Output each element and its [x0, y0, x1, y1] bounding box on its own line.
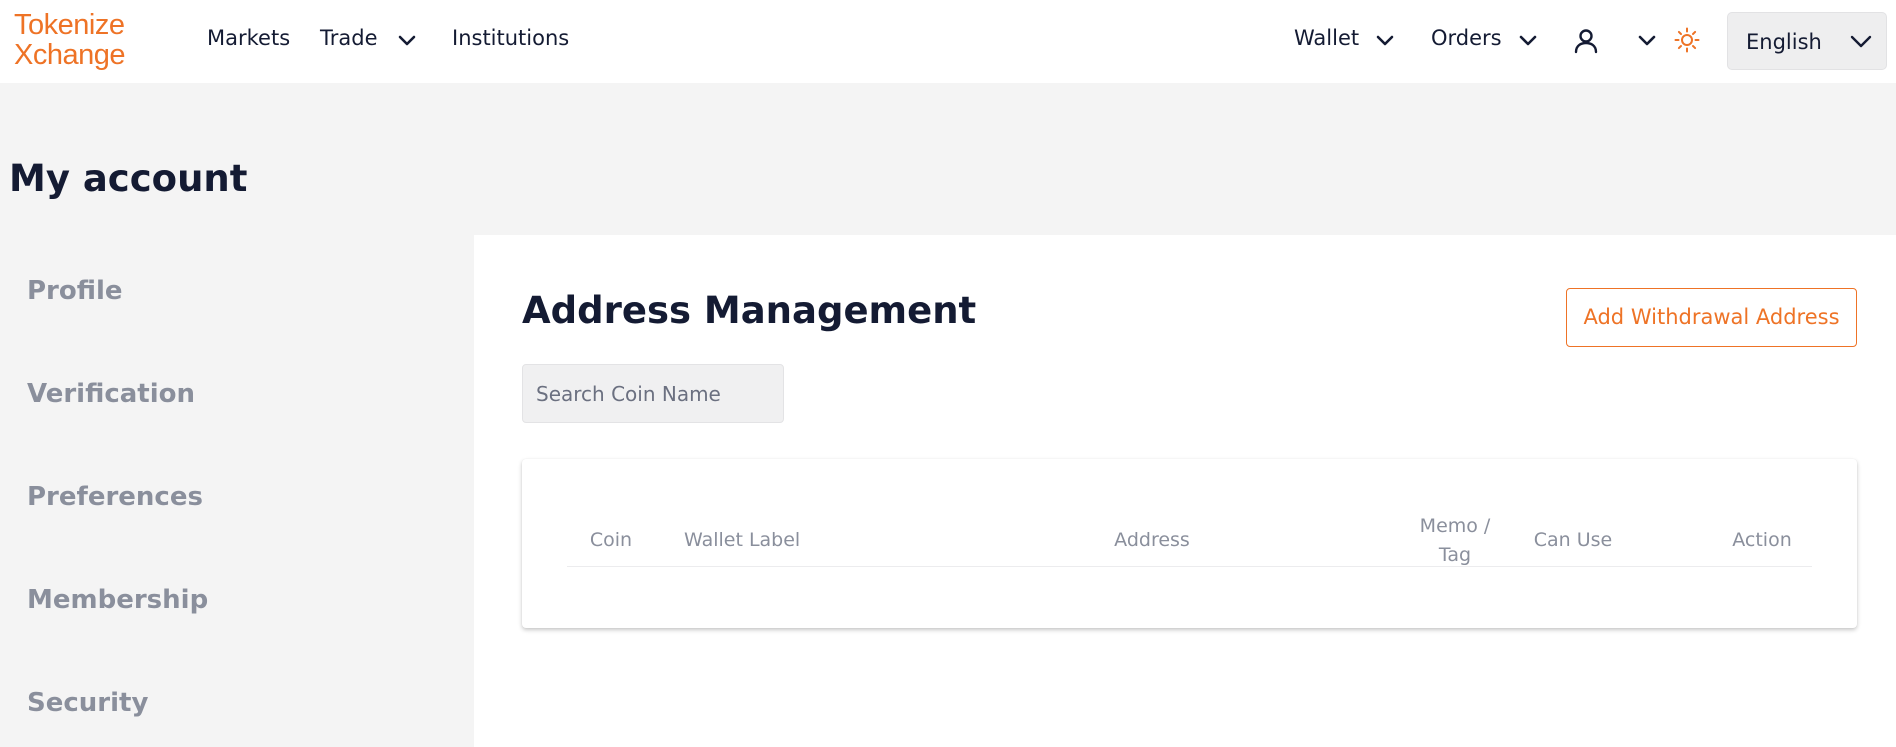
- top-navbar: Tokenize Xchange Markets Trade Instituti…: [0, 0, 1896, 83]
- page-title: My account: [9, 157, 248, 200]
- account-chevron-down-icon[interactable]: [1637, 34, 1657, 48]
- tokenize-xchange-logo[interactable]: Tokenize Xchange: [14, 10, 164, 74]
- sidebar-item-membership[interactable]: Membership: [27, 585, 208, 615]
- search-coin-input[interactable]: [522, 364, 784, 423]
- nav-markets[interactable]: Markets: [207, 26, 290, 50]
- sidebar-item-preferences[interactable]: Preferences: [27, 482, 203, 512]
- sidebar-item-verification[interactable]: Verification: [27, 379, 195, 409]
- sidebar-item-security[interactable]: Security: [27, 688, 148, 718]
- column-header-memo-tag: Memo / Tag: [1410, 512, 1500, 570]
- column-header-can-use: Can Use: [1533, 529, 1613, 551]
- nav-wallet[interactable]: Wallet: [1294, 26, 1359, 50]
- nav-trade[interactable]: Trade: [320, 26, 378, 50]
- column-header-address: Address: [1114, 529, 1190, 551]
- memo-tag-line-2: Tag: [1438, 544, 1472, 566]
- wallet-chevron-down-icon[interactable]: [1375, 34, 1395, 48]
- sun-icon[interactable]: [1674, 27, 1700, 53]
- section-title: Address Management: [522, 289, 977, 332]
- column-header-wallet-label: Wallet Label: [684, 529, 801, 551]
- logo-line-2: Xchange: [14, 39, 126, 71]
- language-chevron-down-icon: [1850, 35, 1872, 49]
- nav-orders[interactable]: Orders: [1431, 26, 1502, 50]
- column-header-coin: Coin: [589, 529, 633, 551]
- column-header-action: Action: [1732, 529, 1792, 551]
- table-header: Coin Wallet Label Address Memo / Tag Can…: [567, 515, 1812, 567]
- nav-institutions[interactable]: Institutions: [452, 26, 569, 50]
- add-withdrawal-address-button[interactable]: Add Withdrawal Address: [1566, 288, 1857, 347]
- memo-tag-line-1: Memo /: [1419, 515, 1491, 537]
- address-table: Coin Wallet Label Address Memo / Tag Can…: [522, 459, 1857, 628]
- language-label: English: [1746, 30, 1822, 54]
- language-select[interactable]: English: [1727, 12, 1887, 70]
- user-icon[interactable]: [1572, 27, 1600, 55]
- logo-line-1: Tokenize: [14, 9, 125, 41]
- sidebar-item-profile[interactable]: Profile: [27, 276, 123, 306]
- orders-chevron-down-icon[interactable]: [1518, 34, 1538, 48]
- address-management-panel: Address Management Add Withdrawal Addres…: [474, 235, 1896, 747]
- trade-chevron-down-icon[interactable]: [397, 34, 417, 48]
